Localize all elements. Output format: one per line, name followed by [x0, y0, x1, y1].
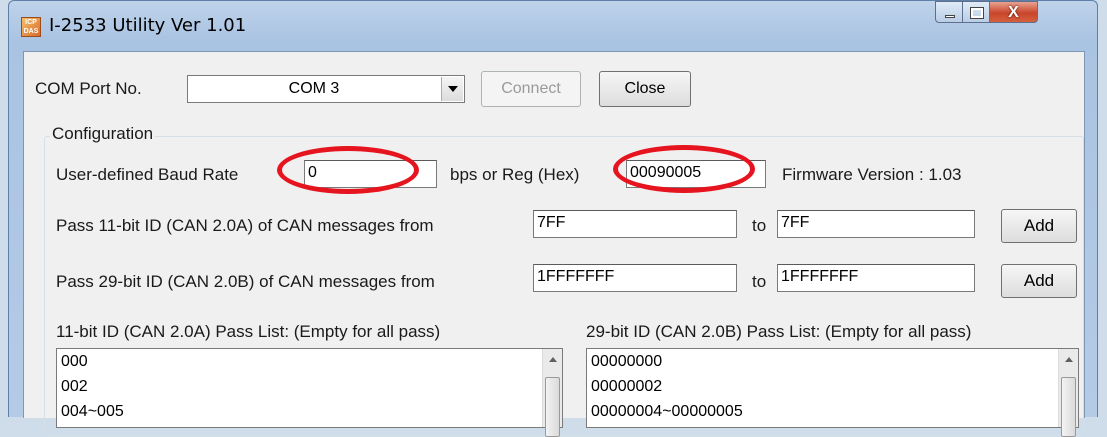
title-bar[interactable]: ICP DAS I-2533 Utility Ver 1.01 X	[9, 1, 1097, 51]
pass11-to-label: to	[752, 216, 767, 235]
list11-scrollbar[interactable]	[542, 349, 562, 437]
baud-rate-label: User-defined Baud Rate	[56, 165, 239, 184]
pass11-label: Pass 11-bit ID (CAN 2.0A) of CAN message…	[56, 216, 434, 235]
app-window: ICP DAS I-2533 Utility Ver 1.01 X COM Po…	[8, 0, 1098, 437]
maximize-button[interactable]	[962, 1, 990, 23]
bps-reg-label: bps or Reg (Hex)	[450, 165, 580, 184]
window-close-button[interactable]: X	[989, 1, 1038, 23]
client-area: COM Port No. COM 3 Connect Close Configu…	[23, 51, 1085, 437]
pass29-to-label: to	[752, 272, 767, 291]
scroll-up-icon[interactable]	[544, 350, 561, 367]
com-port-value: COM 3	[288, 80, 340, 97]
list-item[interactable]: 00000002	[587, 374, 1078, 399]
window-title: I-2533 Utility Ver 1.01	[49, 15, 247, 36]
close-button[interactable]: Close	[599, 71, 691, 107]
configuration-title: Configuration	[50, 124, 156, 144]
pass29-from-input[interactable]: 1FFFFFFF	[533, 264, 737, 292]
list11-label: 11-bit ID (CAN 2.0A) Pass List: (Empty f…	[56, 322, 441, 341]
list-item[interactable]: 002	[57, 374, 562, 399]
list29-pass-list[interactable]: 00000000 00000002 00000004~00000005	[586, 348, 1079, 437]
pass11-to-input[interactable]: 7FF	[777, 210, 975, 238]
close-icon: X	[1008, 4, 1019, 21]
list-item[interactable]: 000	[57, 349, 562, 374]
connect-button[interactable]: Connect	[481, 71, 581, 107]
scroll-up-icon[interactable]	[1060, 350, 1077, 367]
app-icon-text: ICP DAS	[23, 19, 39, 35]
firmware-version: Firmware Version : 1.03	[782, 165, 962, 184]
maximize-icon	[970, 7, 984, 19]
baud-rate-input[interactable]: 0	[304, 160, 437, 188]
list-item[interactable]: 00000004~00000005	[587, 399, 1078, 424]
list29-scrollbar[interactable]	[1058, 349, 1078, 437]
add-29bit-button[interactable]: Add	[1001, 264, 1077, 298]
pass11-from-input[interactable]: 7FF	[533, 210, 737, 238]
list-item[interactable]: 004~005	[57, 399, 562, 424]
com-port-label: COM Port No.	[35, 79, 142, 98]
minimize-button[interactable]	[935, 1, 963, 23]
pass29-to-input[interactable]: 1FFFFFFF	[777, 264, 975, 292]
list29-label: 29-bit ID (CAN 2.0B) Pass List: (Empty f…	[586, 322, 972, 341]
minimize-icon	[945, 15, 955, 18]
reg-hex-input[interactable]: 00090005	[626, 160, 766, 188]
list-item[interactable]: 00000000	[587, 349, 1078, 374]
com-port-select[interactable]: COM 3	[187, 75, 465, 103]
add-11bit-button[interactable]: Add	[1001, 209, 1077, 243]
scroll-thumb[interactable]	[545, 377, 560, 437]
scroll-thumb[interactable]	[1061, 377, 1076, 437]
app-logo-icon: ICP DAS	[21, 17, 41, 37]
pass29-label: Pass 29-bit ID (CAN 2.0B) of CAN message…	[56, 272, 435, 291]
chevron-down-icon[interactable]	[441, 77, 463, 101]
list11-pass-list[interactable]: 000 002 004~005	[56, 348, 563, 437]
